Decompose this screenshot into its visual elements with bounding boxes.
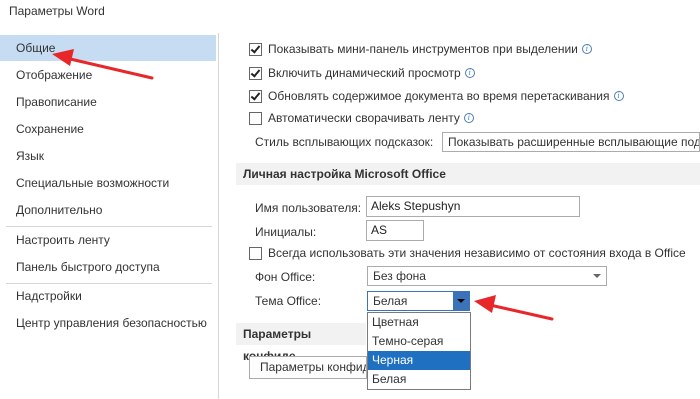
theme-option-dark-gray[interactable]: Темно-серая <box>368 332 470 351</box>
always-use-checkbox[interactable] <box>249 246 262 260</box>
sidebar-item-advanced[interactable]: Дополнительно <box>0 197 216 223</box>
collapse-ribbon-label: Автоматически сворачивать ленту <box>268 111 460 125</box>
theme-option-black[interactable]: Черная <box>368 351 470 370</box>
sidebar-item-add-ins[interactable]: Надстройки <box>0 283 216 309</box>
theme-option-white[interactable]: Белая <box>368 370 470 389</box>
update-drag-option[interactable]: Обновлять содержимое документа во время … <box>249 88 624 104</box>
username-label: Имя пользователя: <box>255 201 362 215</box>
always-use-option[interactable]: Всегда использовать эти значения независ… <box>249 245 686 261</box>
update-drag-checkbox[interactable] <box>249 89 262 103</box>
tooltip-style-select[interactable]: Показывать расширенные всплывающие под <box>442 132 700 152</box>
office-background-select[interactable]: Без фона <box>367 266 607 286</box>
office-background-value: Без фона <box>373 269 426 283</box>
username-input[interactable]: Aleks Stepushyn <box>366 196 580 217</box>
sidebar-item-general[interactable]: Общие <box>0 35 216 61</box>
sidebar-item-accessibility[interactable]: Специальные возможности <box>0 170 216 196</box>
office-theme-dropdown-list: Цветная Темно-серая Черная Белая <box>367 312 471 390</box>
initials-input[interactable]: AS <box>366 220 424 241</box>
chevron-down-icon[interactable] <box>453 292 469 310</box>
sidebar-item-save[interactable]: Сохранение <box>0 116 216 142</box>
update-drag-label: Обновлять содержимое документа во время … <box>268 89 610 103</box>
sidebar-item-trust-center[interactable]: Центр управления безопасностью <box>0 310 216 336</box>
always-use-label: Всегда использовать эти значения независ… <box>268 246 686 260</box>
tooltip-style-label: Стиль всплывающих подсказок: <box>255 135 434 149</box>
live-preview-checkbox[interactable] <box>249 66 262 80</box>
live-preview-option[interactable]: Включить динамический просмотр i <box>249 65 475 81</box>
collapse-ribbon-checkbox[interactable] <box>249 111 262 125</box>
privacy-section-header: Параметры конфиде <box>236 323 366 363</box>
mini-toolbar-checkbox[interactable] <box>249 42 262 56</box>
sidebar-item-customize-ribbon[interactable]: Настроить ленту <box>0 227 216 253</box>
sidebar-item-quick-access-toolbar[interactable]: Панель быстрого доступа <box>0 254 216 280</box>
info-icon[interactable]: i <box>464 68 475 78</box>
collapse-ribbon-option[interactable]: Автоматически сворачивать ленту i <box>249 110 474 126</box>
info-icon[interactable]: i <box>581 44 592 54</box>
mini-toolbar-option[interactable]: Показывать мини-панель инструментов при … <box>249 41 592 57</box>
sidebar-item-proofing[interactable]: Правописание <box>0 89 216 115</box>
personalize-section-header: Личная настройка Microsoft Office <box>236 163 700 185</box>
office-background-label: Фон Office: <box>255 270 316 284</box>
office-theme-select[interactable]: Белая <box>367 291 470 311</box>
chevron-down-icon <box>593 274 601 278</box>
title-bar: Параметры Word <box>0 0 700 28</box>
initials-label: Инициалы: <box>255 225 317 239</box>
mini-toolbar-label: Показывать мини-панель инструментов при … <box>268 42 578 56</box>
sidebar-item-language[interactable]: Язык <box>0 143 216 169</box>
info-icon[interactable]: i <box>463 113 474 123</box>
live-preview-label: Включить динамический просмотр <box>268 66 461 80</box>
sidebar: Общие Отображение Правописание Сохранени… <box>0 33 219 399</box>
sidebar-item-display[interactable]: Отображение <box>0 62 216 88</box>
office-theme-label: Тема Office: <box>255 294 322 308</box>
privacy-settings-button[interactable]: Параметры конфид <box>249 356 367 379</box>
window-title: Параметры Word <box>9 4 105 18</box>
info-icon[interactable]: i <box>613 91 624 101</box>
office-theme-value: Белая <box>373 294 408 308</box>
theme-option-colorful[interactable]: Цветная <box>368 313 470 332</box>
